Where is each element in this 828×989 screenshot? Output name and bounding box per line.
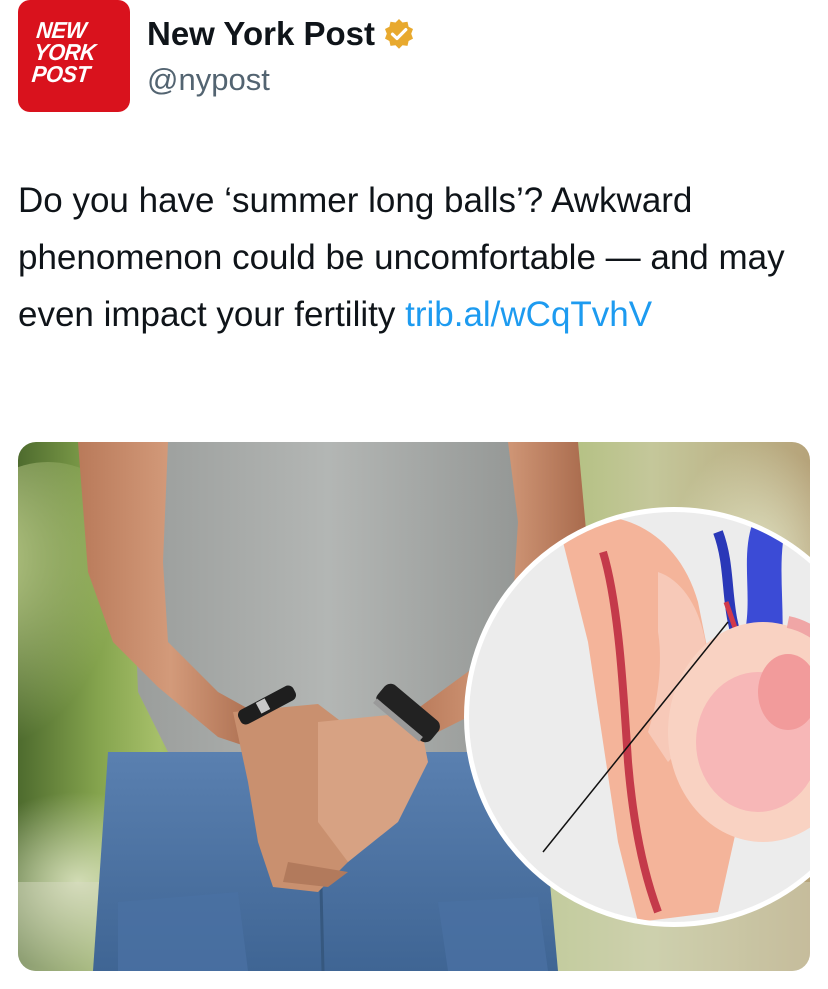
logo-line: NEW	[35, 17, 88, 43]
verified-badge-icon	[383, 18, 415, 50]
tweet-link[interactable]: trib.al/wCqTvhV	[405, 295, 652, 334]
media-illustration	[18, 442, 810, 971]
tweet-media-image[interactable]	[18, 442, 810, 971]
name-row: New York Post	[147, 15, 415, 53]
display-name[interactable]: New York Post	[147, 15, 375, 53]
logo-line: POST	[30, 61, 91, 87]
nypost-logo: NEW YORK POST	[30, 17, 123, 87]
tweet-text: Do you have ‘summer long balls’? Awkward…	[18, 172, 808, 343]
handle[interactable]: @nypost	[147, 62, 270, 98]
avatar[interactable]: NEW YORK POST	[18, 0, 130, 112]
tweet-body: Do you have ‘summer long balls’? Awkward…	[18, 181, 785, 334]
logo-line: YORK	[32, 39, 97, 65]
tweet-header: NEW YORK POST New York Post @nypost	[18, 0, 798, 112]
